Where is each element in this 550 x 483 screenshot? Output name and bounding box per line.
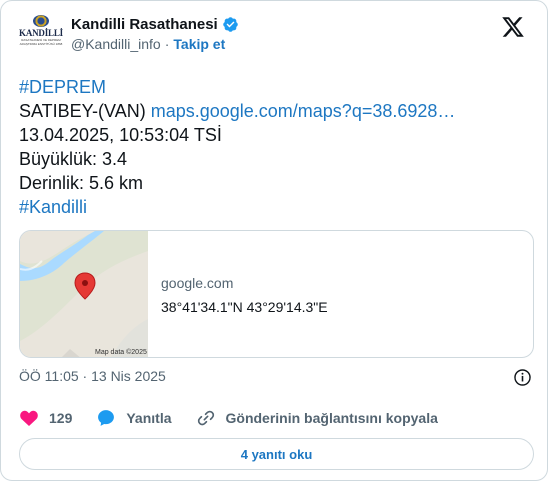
quake-depth: Derinlik: 5.6 km: [19, 173, 144, 193]
author-display-name[interactable]: Kandilli Rasathanesi: [71, 16, 218, 33]
info-icon[interactable]: [513, 368, 532, 387]
like-button[interactable]: 129: [19, 408, 72, 428]
reply-button[interactable]: Yanıtla: [96, 408, 172, 428]
heart-icon: [20, 410, 38, 426]
avatar-logo-subtext: RASATHANESİ VE DEPREM ARAŞTIRMA ENSTİTÜS…: [19, 38, 63, 46]
author-handle[interactable]: @Kandilli_info: [71, 36, 161, 52]
map-link-card[interactable]: Map data ©2025 google.com 38°41'34.1"N 4…: [19, 230, 534, 358]
follow-button[interactable]: Takip et: [173, 36, 225, 52]
tweet-actions: 129 Yanıtla Gönderinin bağlantısını kopy…: [19, 406, 534, 430]
x-logo-icon[interactable]: [501, 15, 525, 39]
handle-separator: ·: [164, 36, 170, 52]
link-icon: [197, 410, 214, 426]
map-image: [20, 231, 148, 357]
avatar-logo-text: KANDİLLİ: [19, 28, 63, 38]
avatar[interactable]: KANDİLLİ RASATHANESİ VE DEPREM ARAŞTIRMA…: [19, 15, 63, 59]
verified-badge-icon: [222, 17, 238, 32]
map-card-domain: google.com: [161, 275, 234, 291]
map-card-coordinates: 38°41'34.1"N 43°29'14.3"E: [161, 299, 328, 315]
hashtag-kandilli-link[interactable]: #Kandilli: [19, 197, 87, 217]
tweet-timestamp[interactable]: ÖÖ 11:05 · 13 Nis 2025: [19, 368, 166, 384]
quake-datetime: 13.04.2025, 10:53:04 TSİ: [19, 125, 222, 145]
tweet-card: KANDİLLİ RASATHANESİ VE DEPREM ARAŞTIRMA…: [0, 0, 548, 481]
reply-label: Yanıtla: [126, 410, 172, 426]
speech-bubble-icon: [98, 410, 115, 426]
map-card-info: google.com 38°41'34.1"N 43°29'14.3"E: [161, 275, 328, 315]
map-attribution: Map data ©2025: [95, 349, 147, 356]
quake-magnitude: Büyüklük: 3.4: [19, 149, 128, 169]
map-thumbnail: Map data ©2025: [20, 231, 148, 357]
tweet-text: #DEPREM SATIBEY-(VAN) maps.google.com/ma…: [19, 75, 539, 219]
read-replies-button[interactable]: 4 yanıtı oku: [19, 438, 534, 470]
location-text: SATIBEY-(VAN): [19, 101, 146, 121]
copy-link-button[interactable]: Gönderinin bağlantısını kopyala: [196, 408, 438, 428]
tweet-meta: ÖÖ 11:05 · 13 Nis 2025: [19, 368, 534, 388]
like-count: 129: [49, 410, 73, 426]
tweet-header: KANDİLLİ RASATHANESİ VE DEPREM ARAŞTIRMA…: [19, 13, 533, 61]
copy-link-label: Gönderinin bağlantısını kopyala: [225, 410, 438, 426]
hashtag-deprem-link[interactable]: #DEPREM: [19, 77, 106, 97]
kandilli-emblem-icon: [33, 15, 49, 27]
map-url-link[interactable]: maps.google.com/maps?q=38.6928…: [151, 101, 456, 121]
author-names: Kandilli Rasathanesi @Kandilli_info · Ta…: [71, 16, 239, 52]
